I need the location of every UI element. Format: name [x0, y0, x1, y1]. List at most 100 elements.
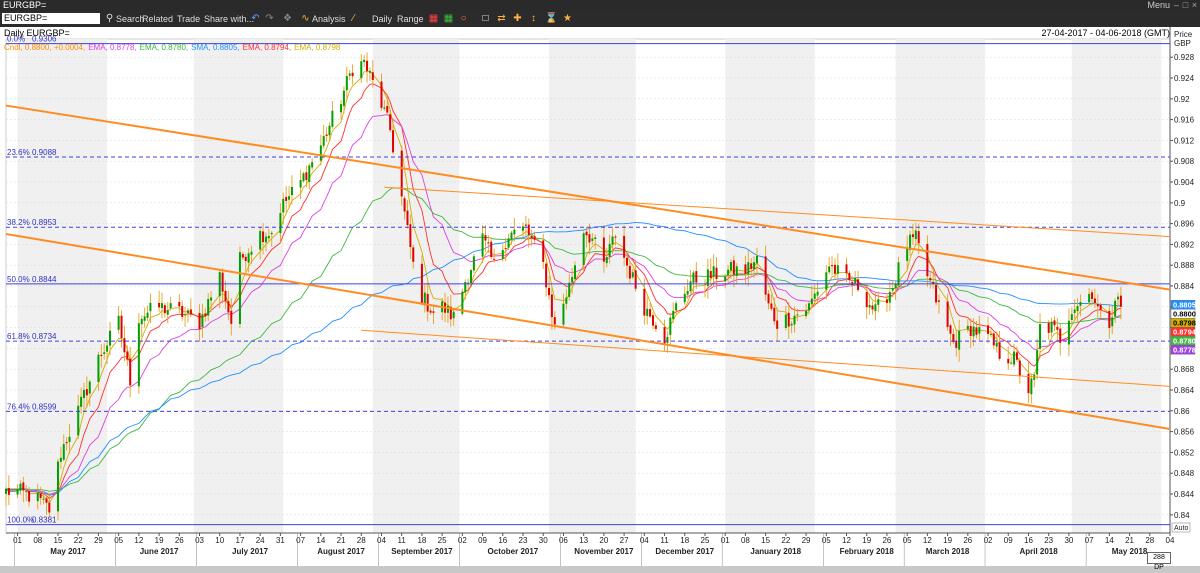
candle-body [686, 290, 689, 295]
candle-body [123, 338, 126, 353]
month-label: December 2017 [655, 547, 714, 556]
candle-body [643, 288, 646, 316]
trade-button[interactable]: Trade [177, 11, 200, 27]
fit-icon[interactable]: ↕ [528, 13, 539, 24]
arrows-icon[interactable]: ⇄ [496, 13, 507, 24]
candle-body [59, 457, 62, 462]
crosshair-icon[interactable]: ✚ [512, 13, 523, 24]
candle-body [348, 73, 351, 76]
candle-body [548, 287, 551, 296]
candle-body [906, 248, 909, 261]
fib-percent-label: 38.2% [7, 218, 30, 227]
candle-body [262, 231, 265, 243]
candle-body [935, 284, 938, 303]
candle-body [565, 297, 568, 304]
minimize-icon[interactable]: – [1172, 1, 1181, 10]
candle-body [628, 265, 631, 279]
candle-body [854, 277, 857, 284]
candle-body [470, 270, 473, 284]
candle-body [724, 276, 727, 282]
candle-body [735, 266, 738, 276]
redo-icon[interactable]: ↷ [264, 13, 275, 24]
candle-body [65, 442, 68, 444]
chart-type-icon[interactable]: ▦ [428, 13, 439, 24]
candle-body [319, 145, 322, 161]
candle-body [490, 241, 493, 258]
search-button[interactable]: Search [116, 11, 145, 27]
candle-body [825, 272, 828, 290]
maximize-icon[interactable]: □ [1181, 1, 1190, 10]
candle-body [351, 72, 354, 77]
candle-body [371, 72, 374, 80]
candle-body [224, 290, 227, 302]
candle-body [331, 110, 334, 127]
candle-body [1015, 352, 1018, 360]
range-select[interactable]: Range [397, 11, 424, 27]
y-tick-label: 0.912 [1174, 136, 1195, 145]
calendar-icon[interactable]: □ [480, 13, 491, 24]
window-title: EURGBP= [3, 0, 47, 10]
candle-body [22, 482, 25, 491]
candle-body [481, 233, 484, 257]
zoom-icon[interactable]: ○ [458, 13, 469, 24]
candle-body [429, 310, 432, 313]
candle-body [672, 310, 675, 320]
candle-body [709, 271, 712, 279]
hourglass-icon[interactable]: ⌛ [545, 13, 557, 24]
candle-body [874, 304, 877, 312]
search-icon[interactable]: ⚲ [104, 13, 115, 24]
analysis-icon[interactable]: ∿ [300, 13, 311, 24]
draw-tools-icon[interactable]: ∕ [348, 13, 359, 24]
indicator-legend: Cndl, 0.8800, +0.0004, EMA, 0.8778, EMA, 0… [4, 43, 341, 52]
candle-body [807, 303, 810, 311]
candle-body [267, 235, 270, 239]
related-button[interactable]: Related [142, 11, 173, 27]
candle-body [987, 325, 990, 334]
y-tick-label: 0.908 [1174, 157, 1195, 166]
candle-body [857, 279, 860, 291]
undo-icon[interactable]: ↶ [250, 13, 261, 24]
fib-price-label: 0.8953 [32, 218, 57, 227]
menu-button[interactable]: Menu [1147, 0, 1170, 11]
close-icon[interactable]: × [1190, 1, 1199, 10]
candle-body [16, 489, 19, 495]
candle-body [504, 248, 507, 250]
candle-body [386, 106, 389, 113]
candle-body [389, 114, 392, 131]
candle-body [129, 358, 132, 386]
candle [238, 246, 241, 329]
candle-body [1108, 310, 1111, 328]
legend-entry: Cndl, 0.8800, +0.0004, [4, 43, 85, 52]
star-icon[interactable]: ★ [562, 13, 573, 24]
candle-body [1030, 378, 1033, 395]
candle-body [149, 302, 152, 312]
candle-body [146, 312, 149, 318]
chart-area[interactable]: 0.84 0.844 0.848 0.852 0.856 0.86 0.864 0.868 0.… [0, 27, 1200, 566]
legend-entry: EMA, 0.8798 [294, 43, 341, 52]
symbol-input[interactable]: EURGBP= [2, 13, 100, 24]
candle-body [845, 264, 848, 274]
month-label: May 2018 [1112, 547, 1148, 556]
share-button[interactable]: Share with... [204, 11, 254, 27]
candle-body [989, 333, 992, 335]
candle-body [56, 461, 59, 512]
indicator-icon[interactable]: ▦ [443, 13, 454, 24]
candle-body [7, 488, 10, 495]
x-tick-label: 15 [761, 536, 770, 545]
x-tick-label: 19 [155, 536, 164, 545]
candle-body [969, 326, 972, 336]
candle-body [360, 61, 363, 78]
candle [56, 458, 59, 521]
candle-body [1047, 322, 1050, 333]
candle-body [885, 299, 888, 303]
y-tick-label: 0.84 [1174, 511, 1190, 520]
chart-svg[interactable]: 0.84 0.844 0.848 0.852 0.856 0.86 0.864 0.868 0.… [0, 27, 1200, 566]
candle-body [467, 282, 470, 284]
analysis-button[interactable]: Analysis [312, 11, 346, 27]
candle-body [574, 265, 577, 280]
interval-select[interactable]: Daily [372, 11, 392, 27]
x-tick-label: 19 [862, 536, 871, 545]
candle-body [911, 234, 914, 238]
broadcast-icon[interactable]: ❖ [282, 13, 293, 24]
candle-body [1114, 300, 1117, 317]
